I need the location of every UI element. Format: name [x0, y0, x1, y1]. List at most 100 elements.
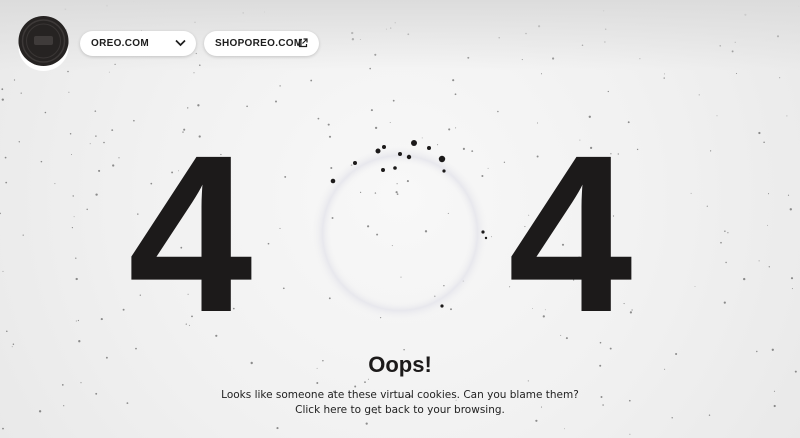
speckle — [11, 346, 13, 348]
speckle — [316, 382, 319, 384]
speckle — [367, 378, 369, 380]
speckle — [94, 110, 97, 112]
shop-oreo-link[interactable]: SHOPOREO.COM — [204, 31, 319, 56]
speckle — [40, 160, 43, 163]
shop-oreo-label: SHOPOREO.COM — [215, 38, 303, 49]
speckle — [768, 266, 770, 268]
speckle — [75, 277, 78, 281]
speckle — [758, 131, 761, 135]
speckle — [78, 340, 81, 343]
speckle — [279, 227, 281, 229]
speckle — [112, 164, 115, 167]
error-digit-right: 4 — [508, 109, 633, 359]
speckle — [267, 242, 270, 245]
speckle — [663, 73, 665, 75]
speckle — [80, 382, 82, 384]
speckle — [497, 110, 499, 113]
speckle — [727, 232, 729, 234]
chevron-down-icon — [175, 39, 186, 47]
speckle — [454, 93, 457, 96]
speckle — [71, 154, 72, 155]
speckle — [607, 90, 609, 93]
speckle — [89, 143, 91, 145]
speckle — [73, 216, 75, 218]
speckle — [284, 175, 287, 178]
speckle — [69, 132, 72, 135]
speckle — [690, 192, 692, 194]
external-link-icon — [298, 38, 308, 48]
speckle — [98, 169, 101, 172]
speckle — [1, 88, 4, 91]
speckle — [636, 148, 639, 151]
speckle — [197, 104, 200, 107]
speckle — [767, 224, 769, 226]
speckle — [452, 79, 455, 82]
speckle — [663, 77, 665, 79]
speckle — [108, 71, 110, 73]
oreo-site-menu-button[interactable]: OREO.COM — [80, 31, 196, 56]
speckle — [276, 427, 279, 430]
speckle — [54, 183, 56, 185]
speckle — [111, 129, 114, 132]
speckle — [22, 234, 24, 236]
speckle — [18, 141, 20, 143]
speckle — [193, 72, 195, 74]
speckle — [789, 208, 792, 211]
speckle — [779, 77, 781, 79]
speckle — [758, 260, 760, 262]
speckle — [122, 308, 125, 311]
speckle — [767, 193, 770, 195]
speckle — [0, 212, 1, 215]
speckle — [103, 141, 105, 144]
speckle — [725, 261, 727, 264]
speckle — [724, 230, 726, 233]
speckle — [716, 115, 718, 117]
speckle — [100, 318, 103, 321]
speckle — [61, 384, 64, 386]
speckle — [1, 98, 4, 101]
oreo-logo[interactable] — [17, 14, 70, 71]
speckle — [279, 85, 281, 87]
speckle — [790, 277, 794, 280]
speckle — [275, 100, 277, 103]
speckle — [763, 141, 765, 144]
back-to-browsing-link[interactable]: Click here to get back to your browsing. — [0, 404, 800, 416]
speckle — [72, 195, 74, 197]
speckle — [246, 105, 248, 108]
speckle — [364, 381, 366, 383]
speckle — [710, 150, 712, 152]
speckle — [6, 330, 8, 333]
speckle — [365, 422, 368, 425]
speckle — [2, 427, 4, 430]
speckle — [527, 380, 529, 382]
speckle — [540, 73, 543, 75]
speckle — [5, 181, 8, 184]
speckle — [720, 241, 722, 244]
speckle — [75, 257, 77, 259]
speckle — [95, 135, 97, 137]
speckle — [310, 79, 313, 82]
speckle — [786, 115, 788, 117]
speckle — [787, 194, 790, 196]
speckle — [12, 343, 15, 346]
speckle — [629, 311, 633, 314]
speckle — [44, 111, 47, 114]
speckle — [629, 433, 631, 435]
speckle — [327, 123, 330, 126]
speckle — [698, 94, 700, 96]
speckle — [77, 319, 80, 322]
speckle — [503, 161, 506, 163]
speckle — [694, 286, 696, 288]
speckle — [282, 287, 285, 290]
speckle — [706, 205, 708, 207]
speckle — [392, 99, 395, 102]
speckle — [13, 79, 16, 81]
speckle — [743, 277, 746, 281]
speckle — [370, 109, 373, 112]
speckle — [317, 117, 320, 120]
speckle — [403, 348, 405, 351]
speckle — [75, 320, 77, 322]
bitten-cookie-ring-graphic — [312, 140, 488, 321]
speckle — [564, 428, 565, 430]
speckle — [771, 348, 774, 351]
